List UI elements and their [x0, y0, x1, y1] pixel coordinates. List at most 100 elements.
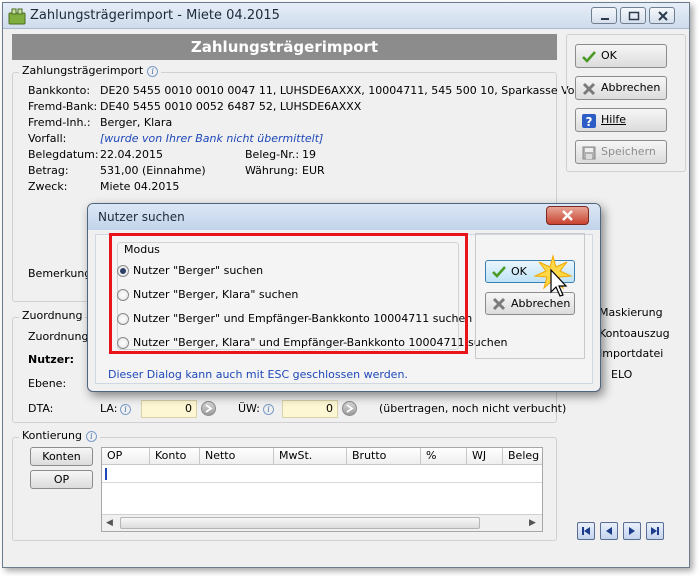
- hilfe-button-label: Hilfe: [601, 113, 627, 126]
- horizontal-scrollbar[interactable]: ◀ ▶: [102, 514, 542, 531]
- close-icon: [658, 11, 668, 21]
- vorfall-value: [wurde von Ihrer Bank nicht übermittelt]: [100, 132, 324, 145]
- waehrung-label: Währung:: [245, 164, 299, 177]
- vorfall-label: Vorfall:: [28, 132, 67, 145]
- dialog-title-bar[interactable]: Nutzer suchen: [88, 204, 600, 230]
- scroll-right-icon[interactable]: ▶: [529, 518, 536, 528]
- dta-label: DTA:: [28, 402, 54, 415]
- zweck-label: Zweck:: [28, 180, 68, 193]
- checkmark-icon: [582, 51, 596, 63]
- arrow-right-icon: [346, 404, 354, 413]
- nav-prev-icon: [606, 527, 612, 535]
- table-row[interactable]: [102, 465, 542, 483]
- dialog-ok-label: OK: [511, 265, 527, 278]
- dta-note: (übertragen, noch nicht verbucht): [379, 402, 567, 415]
- bankkonto-value: DE20 5455 0010 0010 0047 11, LUHSDE6AXXX…: [100, 84, 586, 97]
- fremdbank-value: DE40 5455 0010 0052 6487 52, LUHSDE6AXXX: [100, 100, 362, 113]
- nav-first-button[interactable]: [577, 522, 595, 540]
- nav-next-button[interactable]: [623, 522, 641, 540]
- konten-button[interactable]: Konten: [30, 447, 93, 466]
- betrag-value: 531,00 (Einnahme): [100, 164, 206, 177]
- nav-first-icon: [582, 527, 590, 535]
- help-question-icon: ?: [582, 114, 596, 129]
- column-header-percent[interactable]: %: [421, 448, 467, 465]
- abbrechen-button-label: Abbrechen: [601, 81, 661, 94]
- nutzer-suchen-dialog: Nutzer suchen Modus Nutzer "Berger" such…: [87, 203, 601, 392]
- kontierung-group-title: Kontierung i: [19, 429, 100, 442]
- option-elo[interactable]: ELO: [611, 368, 632, 381]
- waehrung-value: EUR: [302, 164, 325, 177]
- close-icon: [562, 210, 573, 221]
- fremdinh-label: Fremd-Inh.:: [28, 116, 91, 129]
- minimize-button[interactable]: [591, 7, 617, 24]
- window-title: Zahlungsträgerimport - Miete 04.2015: [30, 8, 280, 23]
- hilfe-button[interactable]: ? Hilfe: [575, 108, 667, 132]
- uew-go-button[interactable]: [342, 401, 357, 416]
- belegnr-value: 19: [302, 148, 316, 161]
- row-cursor: [105, 468, 107, 480]
- app-icon: [8, 7, 26, 25]
- nav-prev-button[interactable]: [600, 522, 618, 540]
- abbrechen-button[interactable]: Abbrechen: [575, 76, 667, 100]
- op-button[interactable]: OP: [30, 470, 93, 489]
- maximize-button[interactable]: [620, 7, 646, 24]
- fremdinh-value: Berger, Klara: [100, 116, 173, 129]
- checkmark-icon: [492, 266, 506, 278]
- nav-last-button[interactable]: [646, 522, 664, 540]
- import-group-title: Zahlungsträgerimport i: [19, 64, 162, 77]
- option-importdatei[interactable]: Importdatei: [599, 347, 663, 360]
- info-icon[interactable]: i: [85, 430, 97, 442]
- fremdbank-label: Fremd-Bank:: [28, 100, 98, 113]
- ok-button-label: OK: [601, 49, 617, 62]
- ok-button[interactable]: OK: [575, 44, 667, 68]
- nutzer-label: Nutzer:: [28, 353, 74, 366]
- zuordnung-group-title: Zuordnung: [19, 309, 86, 322]
- click-burst-cursor-icon: [533, 254, 573, 297]
- la-go-button[interactable]: [201, 401, 216, 416]
- belegnr-label: Beleg-Nr.:: [245, 148, 300, 161]
- kontierung-table[interactable]: OP Konto Netto MwSt. Brutto % WJ Beleg ◀…: [101, 447, 543, 532]
- speichern-button-label: Speichern: [601, 145, 656, 158]
- uew-label: ÜW:: [238, 402, 260, 415]
- betrag-label: Betrag:: [28, 164, 69, 177]
- option-maskierung[interactable]: Maskierung: [599, 306, 663, 319]
- info-icon[interactable]: i: [147, 65, 159, 77]
- scroll-thumb[interactable]: [120, 517, 480, 529]
- zweck-value: Miete 04.2015: [100, 180, 180, 193]
- bankkonto-label: Bankkonto:: [28, 84, 91, 97]
- dialog-close-button[interactable]: [546, 206, 589, 225]
- option-kontoauszug[interactable]: Kontoauszug: [599, 327, 670, 340]
- nav-last-icon: [651, 527, 659, 535]
- cancel-x-icon: [492, 297, 506, 311]
- ebene-label: Ebene:: [28, 377, 67, 390]
- column-header-beleg[interactable]: Beleg: [503, 448, 542, 465]
- dialog-title: Nutzer suchen: [98, 210, 185, 224]
- dialog-hint: Dieser Dialog kann auch mit ESC geschlos…: [108, 368, 408, 381]
- la-field[interactable]: 0: [141, 400, 197, 418]
- la-info-icon[interactable]: i: [120, 404, 131, 415]
- arrow-right-icon: [205, 404, 213, 413]
- bemerkung-label: Bemerkung:: [28, 267, 95, 280]
- column-header-op[interactable]: OP: [102, 448, 150, 465]
- svg-text:?: ?: [586, 115, 593, 129]
- belegdatum-label: Belegdatum:: [28, 148, 99, 161]
- close-button[interactable]: [649, 7, 675, 24]
- scroll-left-icon[interactable]: ◀: [106, 518, 113, 528]
- page-header: Zahlungsträgerimport: [12, 34, 557, 60]
- cancel-x-icon: [582, 82, 596, 96]
- column-header-wj[interactable]: WJ: [467, 448, 503, 465]
- uew-info-icon[interactable]: i: [263, 404, 274, 415]
- dialog-abbrechen-label: Abbrechen: [511, 297, 571, 310]
- column-header-konto[interactable]: Konto: [150, 448, 200, 465]
- column-header-brutto[interactable]: Brutto: [347, 448, 421, 465]
- minimize-icon: [601, 18, 609, 20]
- column-header-netto[interactable]: Netto: [200, 448, 274, 465]
- column-header-mwst[interactable]: MwSt.: [274, 448, 347, 465]
- zuordnung-label: Zuordnung:: [28, 330, 93, 343]
- uew-field[interactable]: 0: [282, 400, 338, 418]
- la-label: LA:: [100, 402, 118, 415]
- title-bar[interactable]: Zahlungsträgerimport - Miete 04.2015: [3, 3, 689, 29]
- maximize-icon: [628, 11, 640, 21]
- highlight-frame: [109, 233, 468, 354]
- speichern-button[interactable]: Speichern: [575, 140, 667, 164]
